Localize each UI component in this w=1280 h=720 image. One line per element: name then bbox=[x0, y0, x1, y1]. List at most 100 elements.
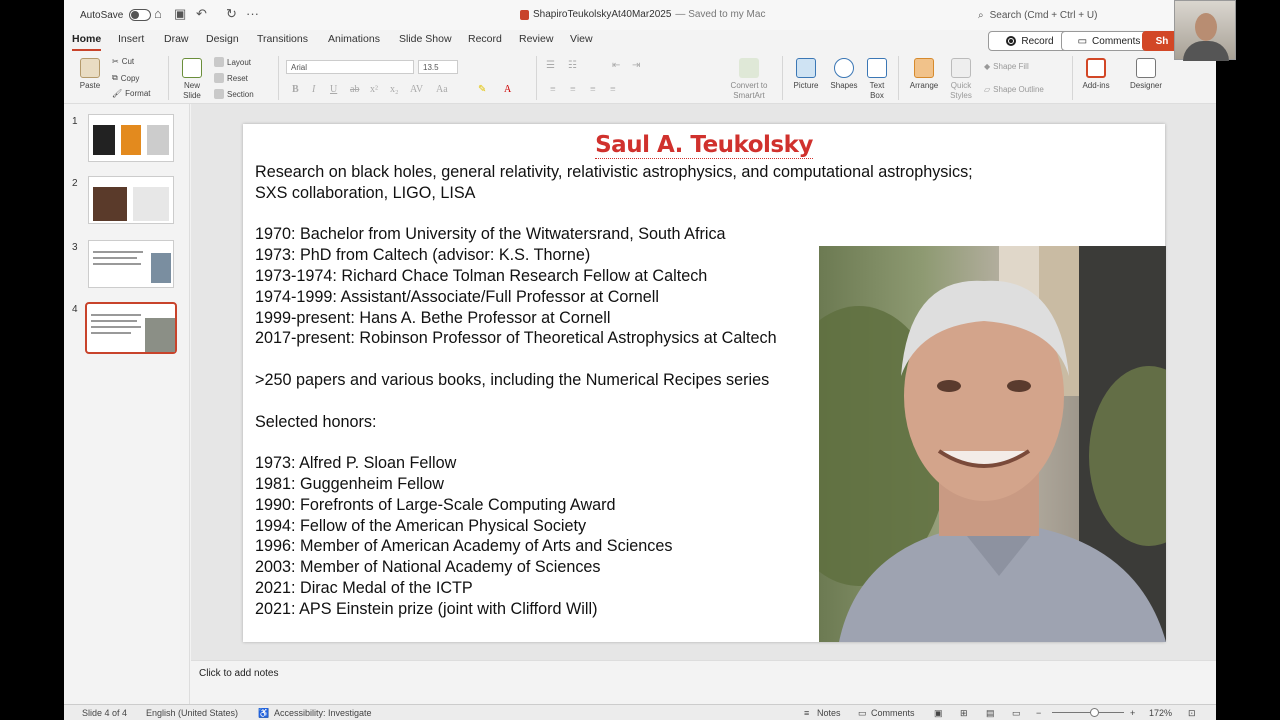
shapes-button[interactable]: Shapes bbox=[826, 58, 862, 91]
thumbnail-number: 1 bbox=[72, 116, 78, 127]
autosave-toggle[interactable] bbox=[129, 9, 152, 21]
more-icon[interactable]: ··· bbox=[246, 7, 259, 21]
cut-button[interactable]: ✂ Cut bbox=[112, 57, 134, 66]
convert-label-2: SmartArt bbox=[733, 91, 765, 100]
portrait-photo[interactable] bbox=[819, 246, 1166, 642]
title-bar: AutoSave ⌂ ▣ ↶ ↻ ··· ShapiroTeukolskyAt4… bbox=[64, 0, 1216, 30]
underline-icon[interactable]: U bbox=[330, 84, 337, 95]
bold-icon[interactable]: B bbox=[292, 84, 299, 95]
quick-styles-icon bbox=[951, 58, 971, 78]
divider bbox=[168, 56, 169, 100]
text-box-button[interactable]: Text Box bbox=[864, 58, 890, 101]
zoom-level[interactable]: 172% bbox=[1149, 708, 1172, 718]
zoom-slider-handle[interactable] bbox=[1090, 708, 1099, 717]
notes-toggle[interactable]: Notes bbox=[817, 708, 841, 718]
decrease-indent-icon[interactable]: ⇤ bbox=[612, 60, 620, 71]
normal-view-icon[interactable]: ▣ bbox=[934, 708, 943, 719]
font-family-select[interactable]: Arial bbox=[286, 60, 414, 74]
new-slide-button[interactable]: New Slide bbox=[174, 58, 210, 101]
tab-draw[interactable]: Draw bbox=[164, 33, 189, 45]
tab-insert[interactable]: Insert bbox=[118, 33, 144, 45]
language-indicator[interactable]: English (United States) bbox=[146, 708, 238, 718]
numbering-icon[interactable]: ☷ bbox=[568, 60, 577, 71]
reset-button[interactable]: Reset bbox=[214, 73, 248, 83]
copy-button[interactable]: ⧉ Copy bbox=[112, 73, 139, 83]
quick-styles-button[interactable]: Quick Styles bbox=[946, 58, 976, 101]
slide[interactable]: Saul A. Teukolsky Research on black hole… bbox=[243, 124, 1166, 642]
slide-thumbnail-4[interactable] bbox=[85, 302, 177, 354]
book-cover-thumb bbox=[133, 187, 169, 221]
font-color-icon[interactable]: A bbox=[504, 84, 511, 95]
comments-toggle[interactable]: Comments bbox=[871, 708, 915, 718]
strikethrough-icon[interactable]: ab bbox=[350, 84, 359, 95]
tab-slide-show[interactable]: Slide Show bbox=[399, 33, 452, 45]
tab-transitions[interactable]: Transitions bbox=[257, 33, 308, 45]
tab-animations[interactable]: Animations bbox=[328, 33, 380, 45]
slide-sorter-icon[interactable]: ⊞ bbox=[960, 708, 968, 719]
superscript-icon[interactable]: x² bbox=[370, 84, 378, 95]
text-box-label-2: Box bbox=[870, 91, 884, 100]
character-spacing-icon[interactable]: AV bbox=[410, 84, 423, 95]
undo-icon[interactable]: ↶ bbox=[196, 7, 207, 21]
align-left-icon[interactable]: ≡ bbox=[550, 84, 556, 95]
home-icon[interactable]: ⌂ bbox=[154, 7, 162, 21]
accessibility-status[interactable]: Accessibility: Investigate bbox=[274, 708, 372, 718]
document-title[interactable]: ShapiroTeukolskyAt40Mar2025 — Saved to m… bbox=[520, 9, 765, 20]
record-button[interactable]: Record bbox=[988, 31, 1072, 51]
book-cover-thumb bbox=[93, 125, 115, 155]
slide-thumbnail-2[interactable] bbox=[88, 176, 174, 224]
paste-label: Paste bbox=[79, 81, 101, 90]
search-box[interactable]: ⌕ Search (Cmd + Ctrl + U) bbox=[974, 6, 1174, 24]
text-line-thumb bbox=[91, 314, 141, 316]
slide-thumbnail-3[interactable] bbox=[88, 240, 174, 288]
new-slide-label-1: New bbox=[183, 81, 200, 90]
text-line-thumb bbox=[93, 251, 143, 253]
tab-view[interactable]: View bbox=[570, 33, 593, 45]
change-case-icon[interactable]: Aa bbox=[436, 84, 448, 95]
section-button[interactable]: Section bbox=[214, 89, 254, 99]
slide-thumbnails-pane: 1 2 3 4 bbox=[64, 104, 190, 704]
convert-smartart-button[interactable]: Convert to SmartArt bbox=[724, 58, 774, 101]
zoom-out-icon[interactable]: − bbox=[1036, 708, 1041, 718]
tab-record[interactable]: Record bbox=[468, 33, 502, 45]
copy-label: Copy bbox=[120, 73, 140, 83]
italic-icon[interactable]: I bbox=[312, 84, 315, 95]
notes-pane[interactable]: Click to add notes bbox=[191, 660, 1216, 704]
paint-bucket-icon: ◆ bbox=[984, 62, 991, 71]
tab-design[interactable]: Design bbox=[206, 33, 239, 45]
book-photo-thumb bbox=[93, 187, 127, 221]
tab-review[interactable]: Review bbox=[519, 33, 553, 45]
autosave-control[interactable]: AutoSave bbox=[80, 9, 152, 21]
picture-button[interactable]: Picture bbox=[788, 58, 824, 91]
tab-home[interactable]: Home bbox=[72, 33, 102, 51]
slide-thumbnail-1[interactable] bbox=[88, 114, 174, 162]
justify-icon[interactable]: ≡ bbox=[610, 84, 616, 95]
bullets-icon[interactable]: ☰ bbox=[546, 60, 555, 71]
align-center-icon[interactable]: ≡ bbox=[570, 84, 576, 95]
reading-view-icon[interactable]: ▤ bbox=[986, 708, 995, 719]
subscript-icon[interactable]: x₂ bbox=[390, 84, 399, 95]
shape-fill-button[interactable]: ◆ Shape Fill bbox=[984, 62, 1029, 71]
format-painter-button[interactable]: 🖌 Format bbox=[112, 89, 151, 98]
thumbnail-number: 3 bbox=[72, 242, 78, 253]
redo-icon[interactable]: ↻ bbox=[226, 7, 237, 21]
zoom-in-icon[interactable]: + bbox=[1130, 708, 1135, 718]
align-right-icon[interactable]: ≡ bbox=[590, 84, 596, 95]
font-size-select[interactable]: 13.5 bbox=[418, 60, 458, 74]
slide-title[interactable]: Saul A. Teukolsky bbox=[243, 132, 1165, 159]
add-ins-icon bbox=[1086, 58, 1106, 78]
slide-editing-canvas: Saul A. Teukolsky Research on black hole… bbox=[191, 104, 1216, 660]
notes-placeholder: Click to add notes bbox=[199, 668, 279, 679]
layout-button[interactable]: Layout bbox=[214, 57, 251, 67]
save-icon[interactable]: ▣ bbox=[174, 7, 186, 21]
fit-to-window-icon[interactable]: ⊡ bbox=[1188, 708, 1196, 719]
paste-button[interactable]: Paste bbox=[76, 58, 104, 91]
increase-indent-icon[interactable]: ⇥ bbox=[632, 60, 640, 71]
add-ins-button[interactable]: Add-ins bbox=[1078, 58, 1114, 91]
arrange-button[interactable]: Arrange bbox=[904, 58, 944, 91]
slideshow-icon[interactable]: ▭ bbox=[1012, 708, 1021, 719]
zoom-slider[interactable] bbox=[1052, 712, 1124, 713]
highlight-icon[interactable]: ✎ bbox=[478, 84, 486, 95]
designer-button[interactable]: Designer bbox=[1126, 58, 1166, 91]
shape-outline-button[interactable]: ▱ Shape Outline bbox=[984, 85, 1044, 94]
